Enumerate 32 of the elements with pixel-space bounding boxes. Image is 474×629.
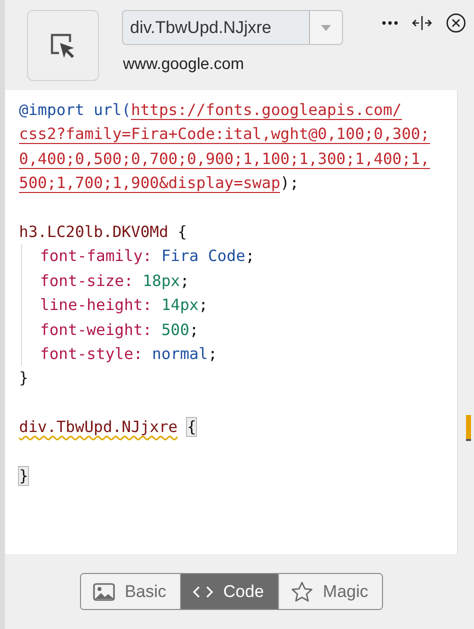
code-punctuation: ; xyxy=(189,320,199,339)
domain-text: www.google.com xyxy=(122,56,245,74)
code-property: font-weight: xyxy=(40,320,152,339)
code-number: 18px xyxy=(142,272,180,290)
code-number: 500 xyxy=(161,320,190,339)
code-keyword: @import xyxy=(19,101,84,119)
code-punctuation: ; xyxy=(198,296,208,314)
code-value: normal xyxy=(152,344,208,363)
code-selector: div.TbwUpd.NJjxre xyxy=(19,418,178,436)
code-value: Fira Code xyxy=(161,247,246,266)
code-url: 500;1,700;1,900&display=swap xyxy=(19,174,280,194)
code-punctuation: { xyxy=(178,222,187,241)
code-url: css2?family=Fira+Code:ital,wght@0,100;0,300; xyxy=(19,125,430,144)
code-punctuation: } xyxy=(19,369,28,388)
code-url: https://fonts.googleapis.com/ xyxy=(130,101,402,120)
code-property: line-height: xyxy=(40,296,152,314)
mode-tab[interactable]: Magic xyxy=(278,574,382,609)
code-keyword: url( xyxy=(94,101,131,119)
code-punctuation: ); xyxy=(280,174,299,192)
code-number: 14px xyxy=(161,296,199,314)
code-url: 0,400;0,500;0,700;0,900;1,100;1,300;1,400;1, xyxy=(19,150,430,169)
code-punctuation: ; xyxy=(245,247,255,266)
mode-tab[interactable]: Code xyxy=(180,574,278,609)
bracket-match: } xyxy=(19,466,28,485)
code-punctuation: ; xyxy=(180,272,190,290)
selector-dropdown[interactable]: div.TbwUpd.NJjxre xyxy=(122,10,343,45)
code-property: font-size: xyxy=(40,272,134,290)
code-selector: h3.LC20lb.DKV0Md xyxy=(19,222,168,241)
code-property: font-style: xyxy=(40,344,143,363)
bracket-match: { xyxy=(186,418,196,436)
code-property: font-family: xyxy=(40,247,152,266)
code-punctuation: ; xyxy=(208,344,218,363)
